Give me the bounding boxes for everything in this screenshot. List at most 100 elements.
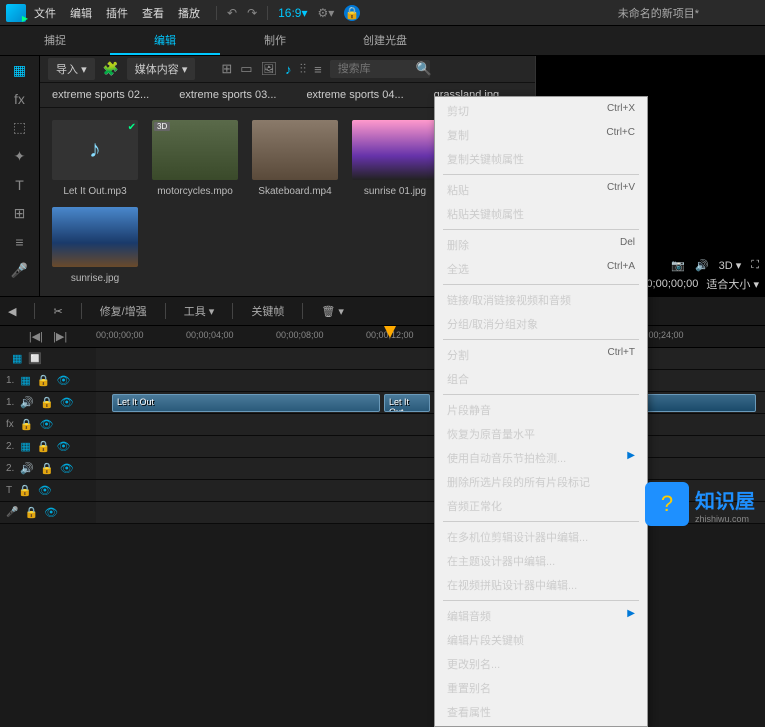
sort-icon[interactable]: ≡: [314, 62, 322, 77]
track-icon[interactable]: 🔒: [37, 374, 51, 387]
track-icon[interactable]: 👁: [60, 396, 74, 409]
back-icon[interactable]: ◀: [8, 305, 16, 318]
crumb-item[interactable]: extreme sports 04...: [306, 89, 403, 101]
track-icon[interactable]: 🔒: [24, 506, 38, 519]
timeline-track[interactable]: ▦🔲: [0, 348, 765, 370]
menu-play[interactable]: 播放: [178, 5, 200, 21]
timeline-clip[interactable]: Let It Out: [384, 394, 430, 412]
media-thumb[interactable]: Skateboard.mp4: [252, 120, 338, 197]
menu-item[interactable]: 音频正常化: [435, 494, 647, 518]
track-body[interactable]: [96, 370, 765, 391]
media-room-icon[interactable]: ▦: [13, 62, 26, 79]
track-body[interactable]: [96, 458, 765, 479]
pip-room-icon[interactable]: ⬚: [13, 119, 26, 136]
keyframe-button[interactable]: 关键帧: [251, 303, 284, 319]
cloud-icon[interactable]: 🔒: [344, 5, 360, 21]
redo-icon[interactable]: ↷: [247, 6, 257, 20]
library-dropdown[interactable]: 媒体内容 ▾: [127, 58, 196, 80]
track-icon[interactable]: 🔒: [40, 396, 54, 409]
timeline-track[interactable]: 1.▦🔒👁: [0, 370, 765, 392]
track-icon[interactable]: 🔒: [18, 484, 32, 497]
menu-item[interactable]: 片段静音: [435, 398, 647, 422]
particle-room-icon[interactable]: ✦: [14, 148, 26, 165]
media-thumb[interactable]: 3D motorcycles.mpo: [152, 120, 238, 197]
menu-item[interactable]: 更改别名...: [435, 652, 647, 676]
menu-item[interactable]: 分组/取消分组对象: [435, 312, 647, 336]
volume-icon[interactable]: 🔊: [695, 259, 709, 272]
import-button[interactable]: 导入 ▾: [48, 58, 95, 80]
title-room-icon[interactable]: T: [15, 177, 24, 193]
menu-view[interactable]: 查看: [142, 5, 164, 21]
settings-icon[interactable]: ⚙▾: [318, 6, 335, 20]
track-icon[interactable]: 🔒: [20, 418, 34, 431]
track-body[interactable]: [96, 436, 765, 457]
voiceover-room-icon[interactable]: 🎤: [11, 262, 28, 279]
menu-item[interactable]: 组合: [435, 367, 647, 391]
track-icon[interactable]: 🔒: [37, 440, 51, 453]
fx-room-icon[interactable]: fx: [14, 91, 25, 107]
track-icon[interactable]: 🔲: [28, 352, 42, 365]
menu-item[interactable]: 剪切Ctrl+X: [435, 99, 647, 123]
menu-item[interactable]: 恢复为原音量水平: [435, 422, 647, 446]
filter-audio-icon[interactable]: ♪: [285, 62, 292, 77]
transition-room-icon[interactable]: ⊞: [14, 205, 26, 222]
menu-item[interactable]: 删除Del: [435, 233, 647, 257]
menu-item[interactable]: 在主题设计器中编辑...: [435, 549, 647, 573]
menu-item[interactable]: 编辑音频▶: [435, 604, 647, 628]
menu-item[interactable]: 粘贴Ctrl+V: [435, 178, 647, 202]
crumb-item[interactable]: extreme sports 02...: [52, 89, 149, 101]
timeline-ruler[interactable]: |◀| |▶| 00;00;00;00 00;00;04;00 00;00;08…: [0, 326, 765, 348]
track-icon[interactable]: 👁: [56, 440, 70, 453]
filter-video-icon[interactable]: ▭: [240, 61, 252, 77]
fit-dropdown[interactable]: 适合大小 ▾: [706, 276, 759, 292]
timeline-clip[interactable]: [636, 394, 756, 412]
media-thumb[interactable]: ♪✔ Let It Out.mp3: [52, 120, 138, 197]
track-icon[interactable]: 👁: [38, 484, 52, 497]
track-icon[interactable]: 👁: [60, 462, 74, 475]
tag-icon[interactable]: 🧩: [103, 61, 119, 77]
menu-item[interactable]: 使用自动音乐节拍检测...▶: [435, 446, 647, 470]
track-icon[interactable]: ▦: [20, 374, 30, 387]
track-icon[interactable]: 🔊: [20, 396, 34, 409]
tab-disc[interactable]: 创建光盘: [330, 26, 440, 55]
track-icon[interactable]: 👁: [39, 418, 53, 431]
tools-dropdown[interactable]: 工具 ▾: [184, 303, 215, 319]
timeline-track[interactable]: 2.🔊🔒👁: [0, 458, 765, 480]
track-icon[interactable]: ▦: [12, 352, 22, 365]
media-thumb[interactable]: sunrise 01.jpg: [352, 120, 438, 197]
audio-room-icon[interactable]: ≡: [15, 234, 23, 250]
menu-edit[interactable]: 编辑: [70, 5, 92, 21]
media-thumb[interactable]: sunrise.jpg: [52, 207, 138, 284]
menu-item[interactable]: 在多机位剪辑设计器中编辑...: [435, 525, 647, 549]
track-body[interactable]: [96, 348, 765, 369]
search-input[interactable]: [330, 60, 430, 78]
menu-item[interactable]: 编辑片段关键帧: [435, 628, 647, 652]
trash-icon[interactable]: 🗑 ▾: [321, 305, 344, 318]
menu-item[interactable]: 复制关键帧属性: [435, 147, 647, 171]
cut-icon[interactable]: ✂: [53, 305, 62, 318]
marker-next-icon[interactable]: |▶|: [53, 330, 67, 343]
crumb-item[interactable]: extreme sports 03...: [179, 89, 276, 101]
tab-capture[interactable]: 捕捉: [0, 26, 110, 55]
menu-item[interactable]: 全选Ctrl+A: [435, 257, 647, 281]
menu-item[interactable]: 分割Ctrl+T: [435, 343, 647, 367]
menu-item[interactable]: 复制Ctrl+C: [435, 123, 647, 147]
menu-file[interactable]: 文件: [34, 5, 56, 21]
menu-item[interactable]: 粘贴关键帧属性: [435, 202, 647, 226]
menu-plugin[interactable]: 插件: [106, 5, 128, 21]
search-icon[interactable]: 🔍: [416, 61, 432, 77]
track-icon[interactable]: 👁: [44, 506, 58, 519]
menu-item[interactable]: 重置别名: [435, 676, 647, 700]
track-icon[interactable]: ▦: [20, 440, 30, 453]
3d-icon[interactable]: 3D ▾: [719, 259, 742, 272]
track-icon[interactable]: 🔊: [20, 462, 34, 475]
undo-icon[interactable]: ↶: [227, 6, 237, 20]
menu-item[interactable]: 查看属性: [435, 700, 647, 724]
menu-item[interactable]: 链接/取消链接视频和音频: [435, 288, 647, 312]
menu-item[interactable]: 在视频拼贴设计器中编辑...: [435, 573, 647, 597]
tab-produce[interactable]: 制作: [220, 26, 330, 55]
track-icon[interactable]: 🔒: [40, 462, 54, 475]
aspect-icon[interactable]: 16:9▾: [278, 6, 307, 20]
timeline-track[interactable]: fx🔒👁: [0, 414, 765, 436]
menu-item[interactable]: 删除所选片段的所有片段标记: [435, 470, 647, 494]
